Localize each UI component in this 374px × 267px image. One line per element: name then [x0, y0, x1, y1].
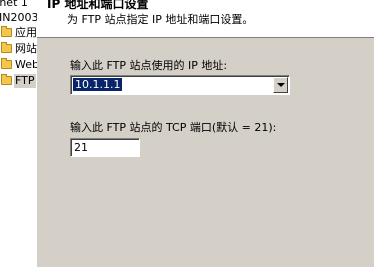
- ip-address-dropdown[interactable]: 10.1.1.1: [70, 75, 290, 95]
- wizard-subtitle: 为 FTP 站点指定 IP 地址和端口设置。: [67, 13, 254, 26]
- wizard-body: 输入此 FTP 站点使用的 IP 地址: 10.1.1.1 输入此 FTP 站点…: [37, 38, 374, 267]
- ip-address-selected-value: 10.1.1.1: [71, 77, 124, 92]
- folder-icon: [1, 26, 12, 37]
- iis-tree-pane: rnet 1 IN2003 应用 网站 Web FTP: [0, 0, 37, 267]
- folder-icon: [1, 74, 12, 85]
- ftp-site-wizard-screen: rnet 1 IN2003 应用 网站 Web FTP IP 地址和端口设置 为…: [0, 0, 374, 267]
- tree-item-label: 网站: [15, 42, 37, 55]
- chevron-down-icon: [277, 83, 285, 87]
- tree-item-label: IN2003: [0, 11, 37, 24]
- dropdown-button[interactable]: [273, 77, 288, 93]
- tree-item-label: rnet 1: [0, 0, 28, 9]
- folder-icon: [1, 58, 12, 69]
- tree-item-label: 应用: [15, 26, 37, 39]
- tree-item-label: Web: [15, 58, 37, 71]
- folder-icon: [1, 42, 12, 53]
- tree-item-label: FTP: [14, 74, 36, 88]
- tcp-port-label: 输入此 FTP 站点的 TCP 端口(默认 = 21):: [70, 121, 277, 134]
- ip-address-label: 输入此 FTP 站点使用的 IP 地址:: [70, 59, 228, 72]
- wizard-header: IP 地址和端口设置 为 FTP 站点指定 IP 地址和端口设置。: [37, 0, 374, 38]
- tcp-port-input[interactable]: [70, 138, 140, 157]
